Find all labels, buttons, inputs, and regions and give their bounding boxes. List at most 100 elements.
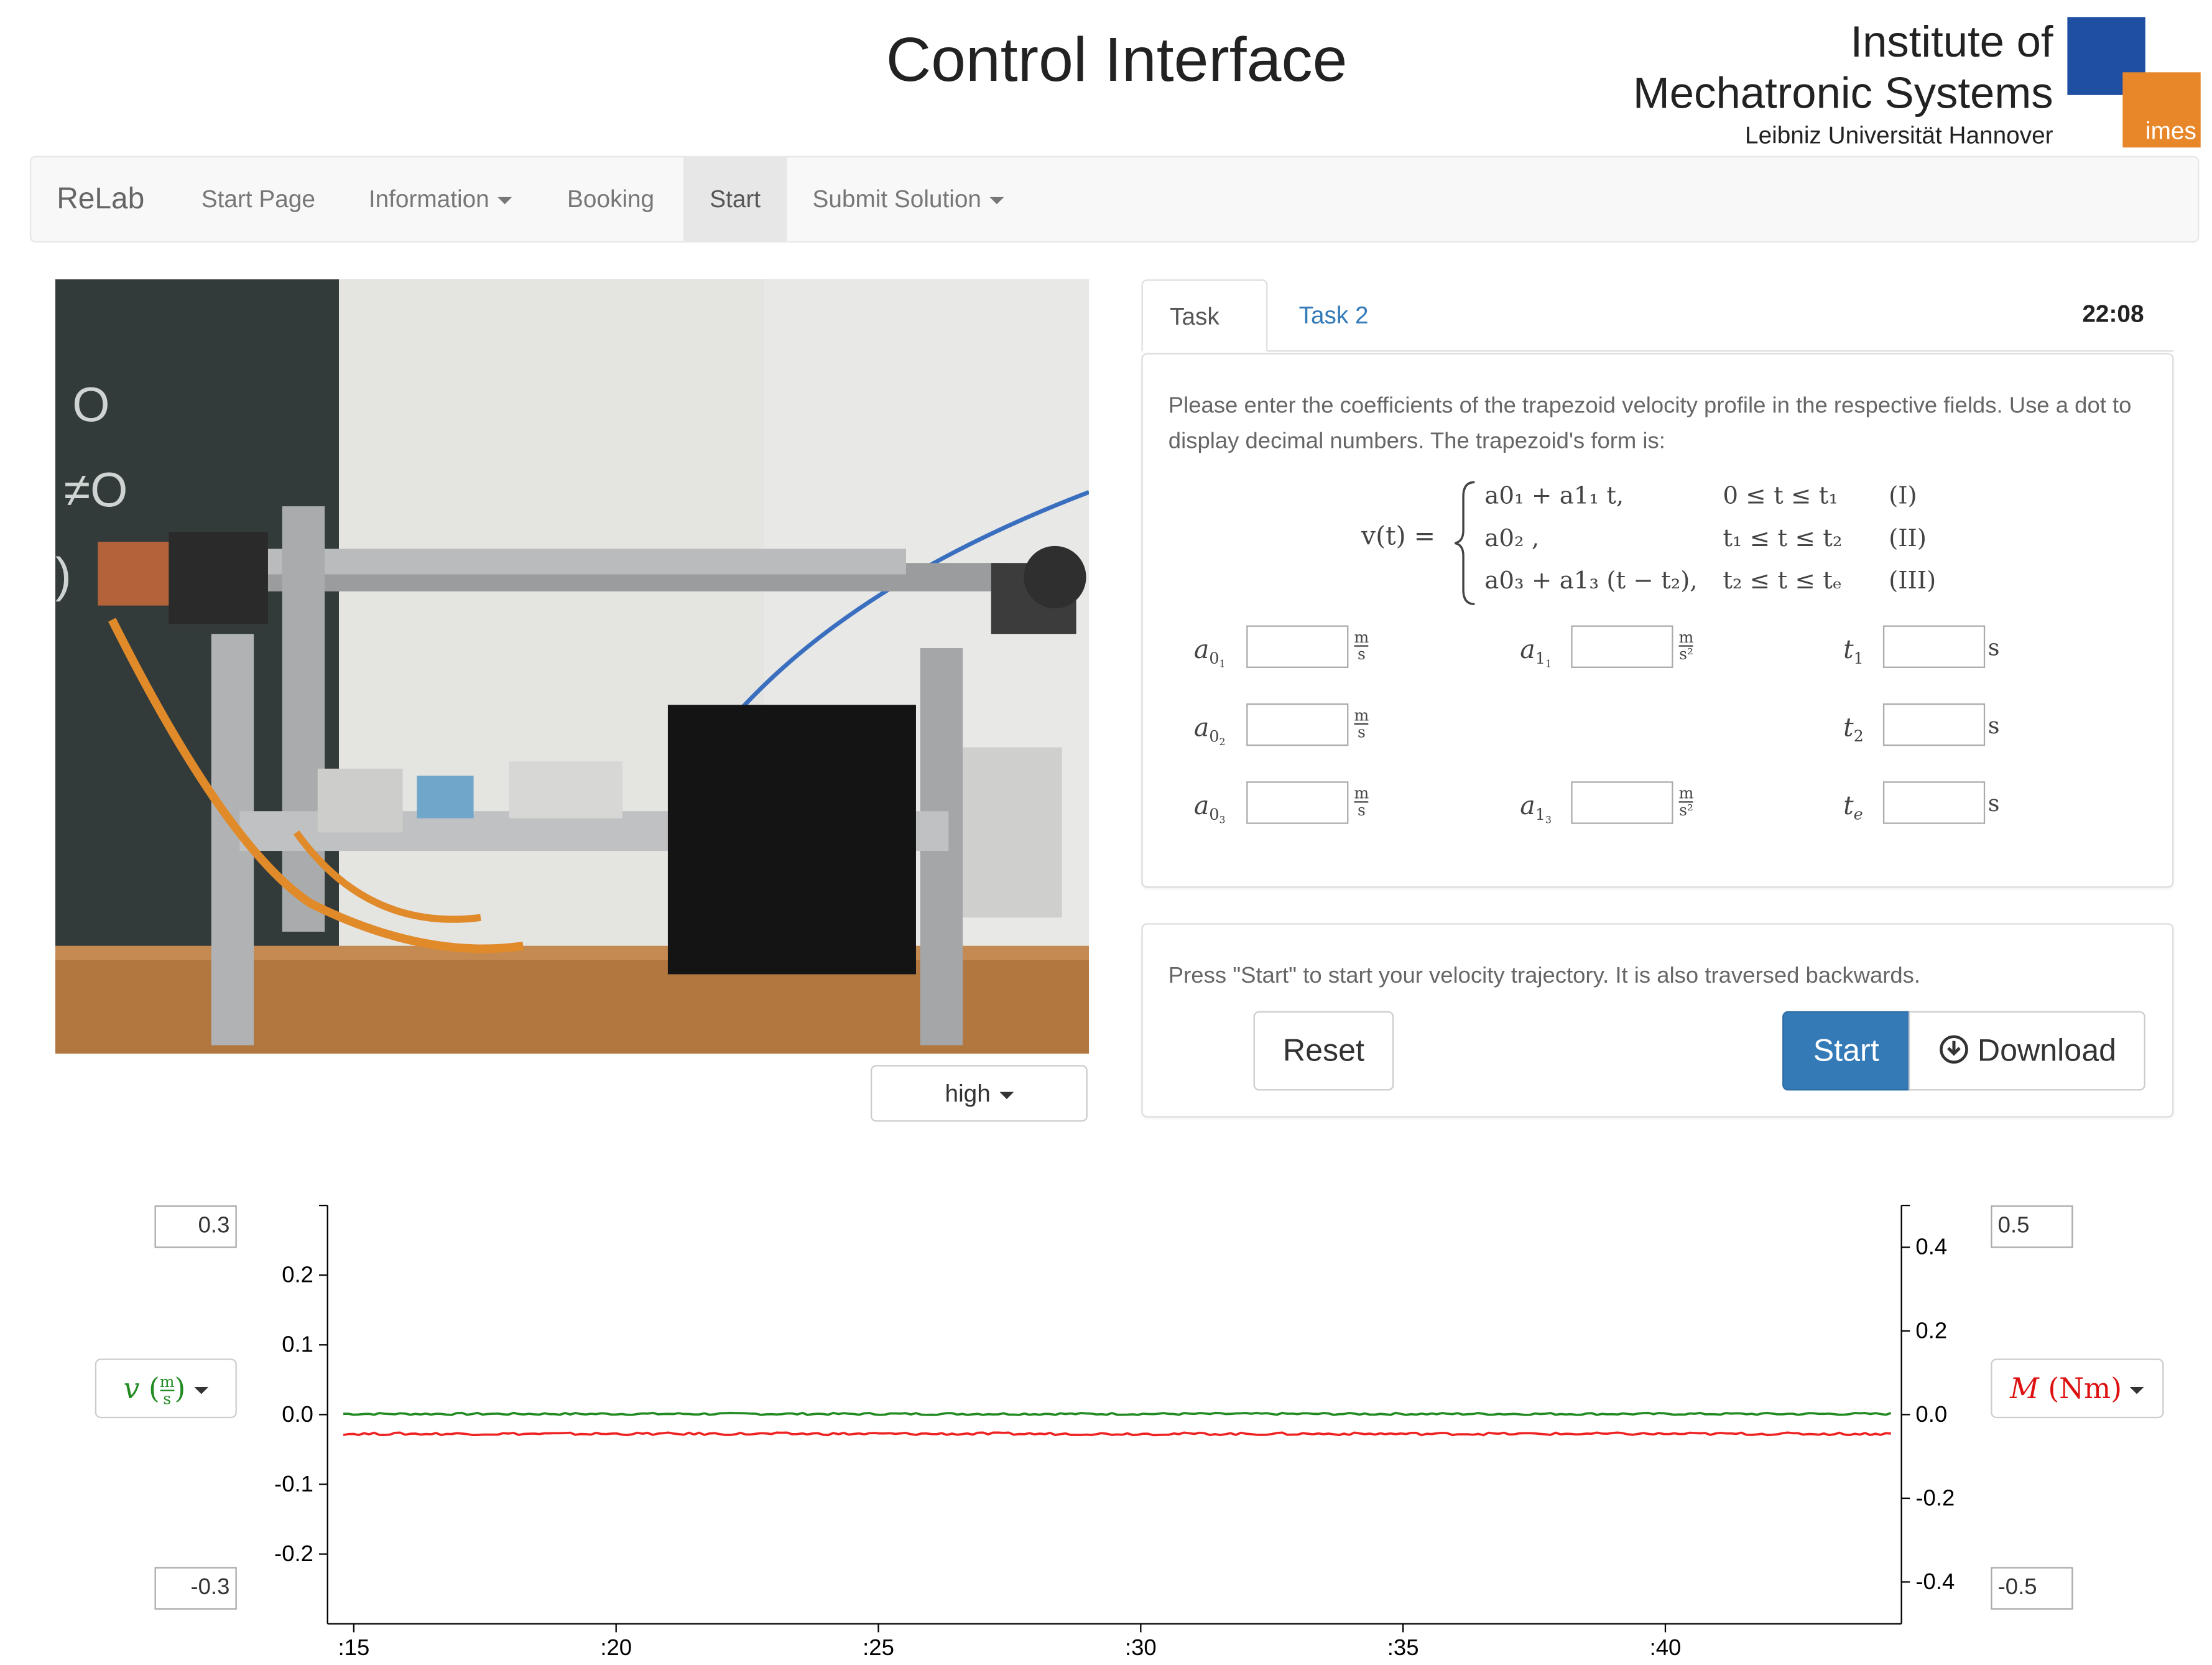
unit-num: m: [1678, 784, 1694, 803]
logo-line-mechatronic: Mechatronic Systems: [1632, 68, 2053, 118]
svg-text:≠O: ≠O: [64, 463, 128, 517]
label-a1-1: a11: [1520, 635, 1552, 670]
t2-unit: s: [1988, 712, 2000, 739]
run-instructions: Press "Start" to start your velocity tra…: [1168, 964, 1921, 989]
reset-button[interactable]: Reset: [1253, 1011, 1394, 1091]
formula-case-1-label: (I): [1889, 482, 1917, 511]
label-a0-2: a02: [1193, 713, 1226, 748]
formula-brace: [1454, 481, 1475, 606]
navbar: ReLab Start Page Information Booking Sta…: [29, 155, 2200, 243]
label-t1: t1: [1843, 635, 1864, 668]
left-tick-label: 0.1: [282, 1332, 313, 1357]
a0-3-unit: ms: [1354, 784, 1369, 820]
a0-2-input[interactable]: [1246, 703, 1349, 746]
formula-case-1-expr: a0₁ + a1₁ t,: [1484, 482, 1624, 511]
a1-3-input[interactable]: [1571, 781, 1673, 824]
right-tick-label: 0.0: [1915, 1401, 1947, 1427]
series-line-left: [343, 1411, 1892, 1416]
label-t2: t2: [1843, 713, 1864, 746]
nav-label: Submit Solution: [812, 185, 982, 213]
nav-item-submit-solution[interactable]: Submit Solution: [787, 157, 1029, 241]
caret-down-icon: [989, 197, 1004, 205]
unit-den: s: [1357, 801, 1366, 820]
logo-line-university: Leibniz Universität Hannover: [1745, 122, 2053, 149]
download-circle-icon: [1939, 1035, 1968, 1064]
x-tick-label: :35: [1387, 1635, 1419, 1660]
download-label: Download: [1977, 1032, 2117, 1068]
label-a0-1: a01: [1193, 635, 1226, 670]
left-tick-label: 0.2: [282, 1262, 313, 1287]
unit-num: m: [1354, 706, 1369, 725]
nav-item-start-page[interactable]: Start Page: [176, 157, 341, 241]
t1-unit: s: [1988, 634, 2000, 661]
unit-den: s: [1357, 723, 1366, 742]
quality-label: high: [945, 1080, 991, 1108]
tab-task-1[interactable]: Task 1: [1141, 279, 1268, 403]
nav-label: Information: [368, 185, 489, 213]
te-input[interactable]: [1882, 781, 1986, 824]
nav-label: Start Page: [201, 185, 315, 213]
unit-num: m: [1354, 628, 1369, 647]
nav-brand[interactable]: ReLab: [31, 157, 170, 241]
session-timer: 22:08: [2082, 300, 2144, 328]
a1-1-input[interactable]: [1571, 625, 1673, 668]
velocity-torque-chart: 0.2 0.1 0.0 -0.1 -0.2 0.4 0.2 0.0 -0.2 -0.4 :15 :20…: [274, 1204, 1955, 1660]
quality-dropdown[interactable]: high: [870, 1065, 1088, 1122]
svg-text:O: O: [72, 378, 109, 432]
right-tick-label: -0.4: [1915, 1569, 1955, 1594]
unit-den: s²: [1679, 645, 1694, 664]
nav-item-start[interactable]: Start: [683, 157, 787, 241]
logo-line-institute: Institute of: [1850, 17, 2053, 67]
start-button[interactable]: Start: [1782, 1011, 1910, 1091]
t2-input[interactable]: [1882, 703, 1986, 746]
nav-label: Booking: [567, 185, 655, 213]
right-tick-label: 0.2: [1915, 1317, 1947, 1343]
unit-num: m: [1354, 784, 1369, 803]
camera-image: O ≠O ): [55, 279, 1090, 1054]
label-te: te: [1843, 791, 1863, 824]
left-tick-label: 0.0: [282, 1401, 313, 1427]
a0-2-unit: ms: [1354, 708, 1369, 740]
nav-label: Start: [710, 185, 761, 213]
unit-den: s: [1357, 645, 1366, 664]
label-a0-3: a03: [1193, 791, 1226, 826]
formula-lhs: v(t) =: [1361, 522, 1436, 552]
left-tick-label: -0.1: [274, 1471, 313, 1496]
download-button[interactable]: Download: [1909, 1011, 2145, 1091]
te-unit: s: [1988, 790, 2000, 817]
label-a1-3: a13: [1520, 791, 1552, 826]
series-line-right: [343, 1431, 1891, 1437]
left-tick-label: -0.2: [274, 1541, 313, 1566]
t1-input[interactable]: [1882, 625, 1986, 668]
unit-num: m: [1678, 628, 1694, 647]
a0-1-input[interactable]: [1246, 625, 1349, 668]
a0-3-input[interactable]: [1246, 781, 1349, 824]
nav-item-booking[interactable]: Booking: [542, 157, 680, 241]
formula-case-2-label: (II): [1889, 524, 1927, 554]
camera-stream: O ≠O ): [55, 279, 1090, 1054]
x-tick-label: :30: [1125, 1635, 1157, 1660]
x-tick-label: :25: [863, 1635, 894, 1660]
svg-text:): ): [55, 549, 72, 602]
formula-case-3-cond: t₂ ≤ t ≤ tₑ: [1723, 567, 1842, 596]
right-tick-label: 0.4: [1915, 1234, 1947, 1259]
a1-1-unit: m s²: [1678, 628, 1694, 664]
formula-case-3-expr: a0₃ + a1₃ (t − t₂),: [1484, 567, 1698, 596]
nav-item-information[interactable]: Information: [343, 157, 537, 241]
x-tick-label: :20: [600, 1635, 632, 1660]
formula-case-1-cond: 0 ≤ t ≤ t₁: [1723, 482, 1838, 511]
page-title: Control Interface: [886, 26, 1348, 95]
x-tick-label: :15: [338, 1635, 370, 1660]
caret-down-icon: [497, 197, 512, 205]
right-tick-label: -0.2: [1915, 1485, 1955, 1510]
a0-1-unit: ms: [1354, 629, 1369, 662]
tab-task-2[interactable]: Task 2: [1272, 279, 1395, 351]
x-tick-label: :40: [1650, 1635, 1682, 1660]
a1-3-unit: m s²: [1678, 784, 1694, 820]
formula-case-2-expr: a0₂ ,: [1484, 524, 1540, 554]
formula-case-2-cond: t₁ ≤ t ≤ t₂: [1723, 524, 1843, 554]
unit-den: s²: [1679, 801, 1694, 820]
task-instructions: Please enter the coefficients of the tra…: [1168, 394, 2132, 454]
caret-down-icon: [999, 1092, 1014, 1100]
formula-case-3-label: (III): [1889, 567, 1937, 596]
